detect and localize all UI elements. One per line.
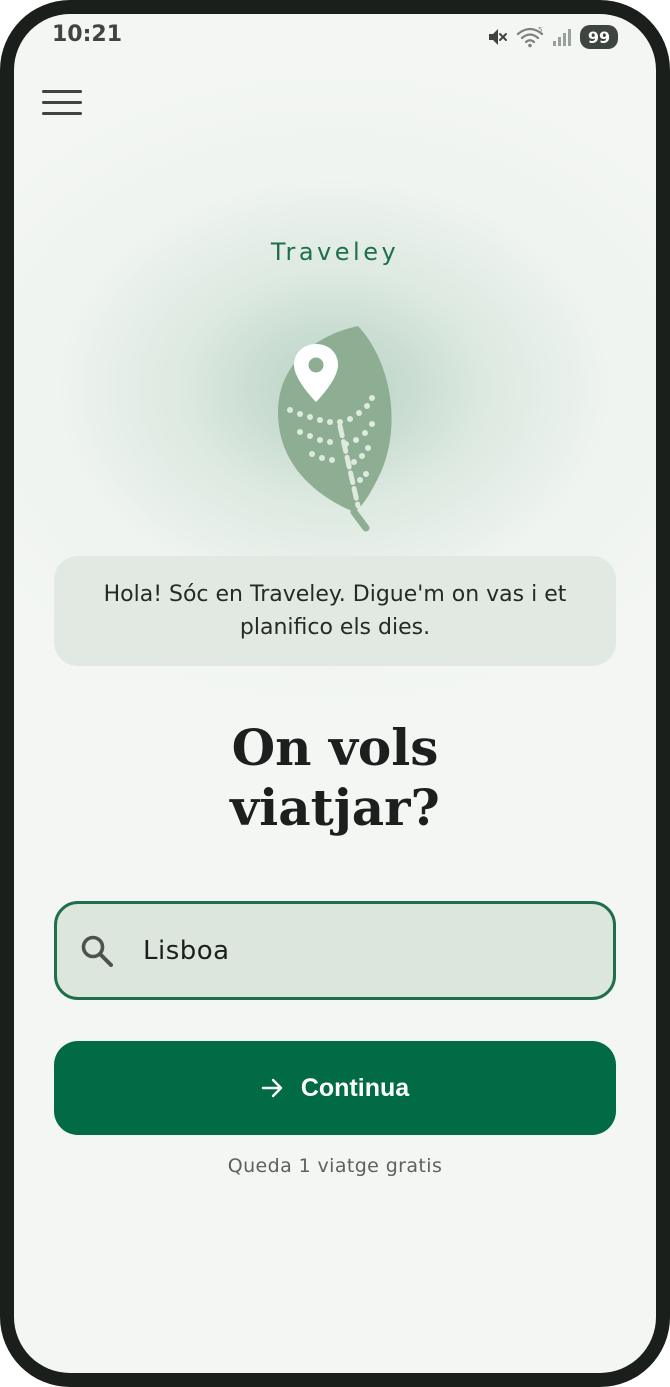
arrow-right-icon	[261, 1078, 285, 1098]
signal-icon	[553, 29, 571, 46]
title-line-2: viatjar?	[230, 778, 440, 837]
search-icon	[77, 931, 117, 971]
battery-indicator: 99	[580, 25, 618, 49]
leaf-map-pin-icon	[278, 326, 392, 532]
title-line-1: On vols	[231, 718, 439, 777]
destination-input[interactable]	[143, 935, 593, 966]
menu-line	[42, 89, 82, 93]
brand-name: Traveley	[270, 238, 400, 266]
mute-icon	[489, 29, 507, 45]
page-title: On vols viatjar?	[14, 718, 656, 838]
svg-text:5: 5	[538, 26, 542, 34]
wifi-icon: 5	[516, 26, 544, 48]
hamburger-menu-icon[interactable]	[38, 82, 86, 122]
menu-line	[42, 111, 82, 115]
status-time: 10:21	[52, 22, 123, 47]
remaining-trips-text: Queda 1 viatge gratis	[227, 1155, 443, 1177]
device-frame: 10:21 5 99 Traveley Hola! Sóc en Travele…	[0, 0, 670, 1387]
destination-search-field[interactable]	[54, 901, 616, 1000]
continue-button-label: Continua	[300, 1073, 410, 1102]
app-screen: 10:21 5 99 Traveley Hola! Sóc en Travele…	[14, 14, 656, 1373]
assistant-message: Hola! Sóc en Traveley. Digue'm on vas i …	[54, 556, 616, 666]
continue-button[interactable]: Continua	[54, 1041, 616, 1135]
status-icons: 5 99	[486, 22, 618, 52]
menu-line	[42, 100, 82, 104]
